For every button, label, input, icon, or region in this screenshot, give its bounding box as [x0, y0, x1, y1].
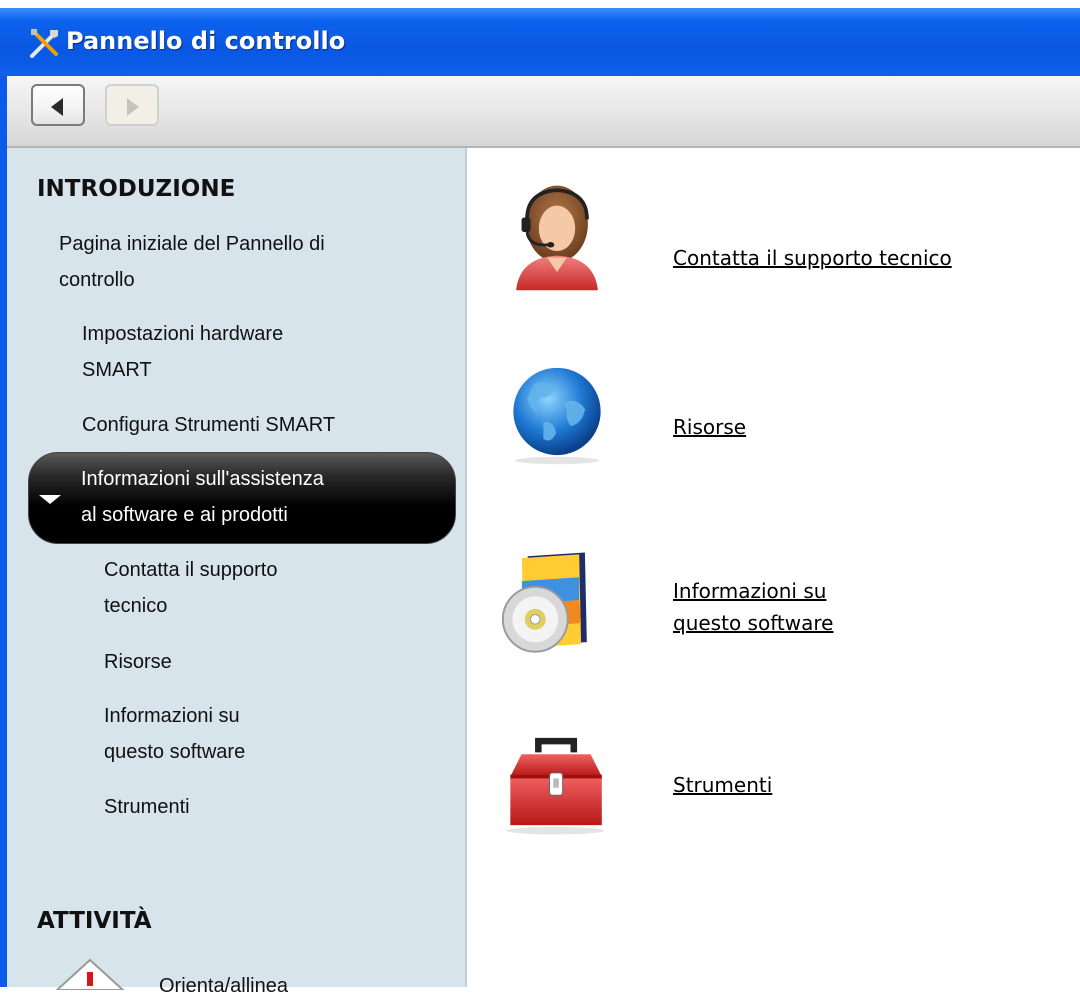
about-software-link[interactable]: Informazioni su questo software: [673, 575, 833, 639]
sidebar: INTRODUZIONE Pagina iniziale del Pannell…: [7, 148, 467, 997]
sidebar-item-label: tecnico: [104, 595, 168, 617]
toolbox-icon: [506, 737, 604, 835]
sidebar-item-configure-tools[interactable]: Configura Strumenti SMART: [82, 407, 335, 443]
back-button[interactable]: [31, 84, 85, 126]
tools-link[interactable]: Strumenti: [673, 769, 772, 801]
sidebar-item-label: Impostazioni hardware: [82, 323, 284, 345]
sidebar-item-about-software[interactable]: Informazioni su questo software: [104, 698, 245, 770]
support-agent-icon: [516, 185, 598, 291]
sidebar-item-label: Pagina iniziale del Pannello di: [59, 233, 325, 255]
sidebar-item-resources[interactable]: Risorse: [104, 644, 172, 680]
forward-arrow-icon: [127, 98, 139, 116]
task-item-orient[interactable]: Orienta/allinea: [159, 968, 288, 1004]
warning-orient-icon: [55, 958, 125, 990]
sidebar-item-label: Strumenti: [104, 796, 190, 818]
forward-button[interactable]: [105, 84, 159, 126]
tools-icon: [30, 29, 58, 58]
sidebar-item-tools[interactable]: Strumenti: [104, 789, 190, 825]
sidebar-item-label: controllo: [59, 269, 135, 291]
content-item-tools[interactable]: Strumenti: [469, 733, 1080, 853]
title-bar: Pannello di controllo: [0, 0, 1080, 76]
back-arrow-icon: [51, 98, 63, 116]
window-title: Pannello di controllo: [66, 27, 346, 55]
content-item-resources[interactable]: Risorse: [469, 358, 1080, 488]
sidebar-item-label: Contatta il supporto: [104, 559, 278, 581]
expand-caret-icon: [39, 495, 61, 504]
sidebar-item-label: SMART: [82, 359, 152, 381]
sidebar-item-label: Risorse: [104, 651, 172, 673]
sidebar-item-label: questo software: [104, 741, 246, 763]
sidebar-item-label: Informazioni su: [104, 705, 240, 727]
globe-icon: [513, 367, 601, 465]
resources-link[interactable]: Risorse: [673, 411, 746, 443]
sidebar-item-label: Configura Strumenti SMART: [82, 414, 336, 436]
contact-support-link[interactable]: Contatta il supporto tecnico: [673, 242, 952, 274]
section-heading-intro: INTRODUZIONE: [37, 176, 236, 202]
software-box-icon: [501, 552, 587, 653]
section-heading-tasks: ATTIVITÀ: [37, 908, 152, 934]
sidebar-item-label: Informazioni sull'assistenza al software…: [81, 468, 324, 526]
content-item-contact-support[interactable]: Contatta il supporto tecnico: [469, 178, 1080, 308]
content-item-about-software[interactable]: Informazioni su questo software: [469, 543, 1080, 673]
navigation-toolbar: [7, 76, 1080, 148]
sidebar-item-control-panel-home[interactable]: Pagina iniziale del Pannello di controll…: [59, 226, 325, 298]
main-content: Contatta il supporto tecnico Risorse Inf…: [469, 148, 1080, 987]
sidebar-item-hardware-settings[interactable]: Impostazioni hardware SMART: [82, 316, 283, 388]
sidebar-item-support-info-selected[interactable]: Informazioni sull'assistenza al software…: [28, 452, 456, 544]
sidebar-item-contact-support[interactable]: Contatta il supporto tecnico: [104, 552, 277, 624]
